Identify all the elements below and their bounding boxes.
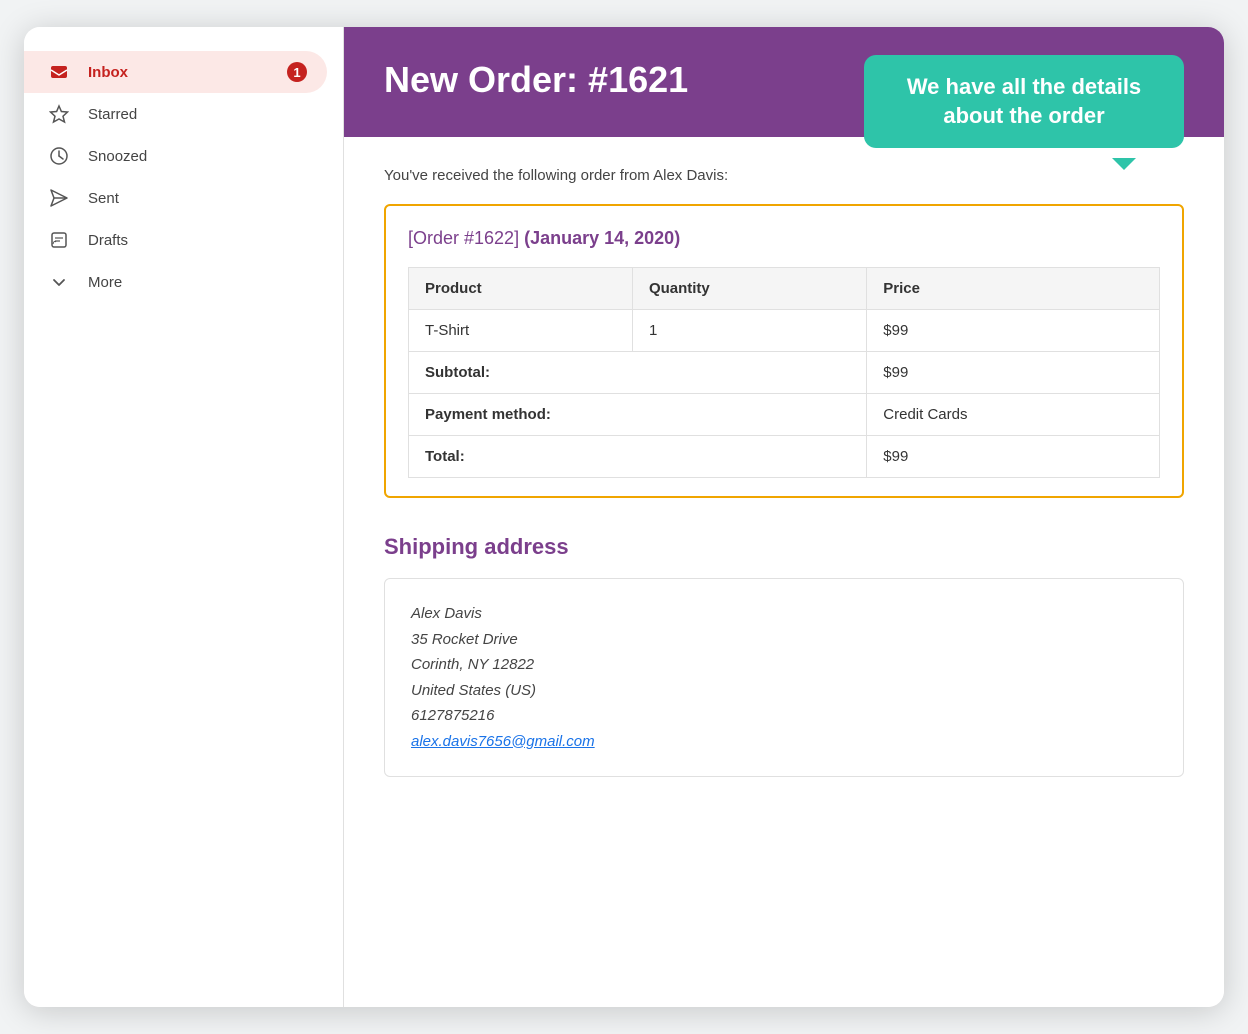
sidebar-item-label-sent: Sent bbox=[88, 190, 119, 207]
sidebar-item-label-drafts: Drafts bbox=[88, 232, 128, 249]
sidebar-item-label-starred: Starred bbox=[88, 106, 137, 123]
sidebar-item-snoozed[interactable]: Snoozed bbox=[24, 135, 327, 177]
intro-text: You've received the following order from… bbox=[384, 167, 1184, 184]
order-date: (January 14, 2020) bbox=[524, 228, 680, 248]
address-email-wrapper: alex.davis7656@gmail.com bbox=[411, 729, 1157, 755]
col-price: Price bbox=[867, 268, 1160, 310]
callout-text: We have all the details about the order bbox=[907, 74, 1141, 128]
sidebar-item-drafts[interactable]: Drafts bbox=[24, 219, 327, 261]
sidebar-item-label-more: More bbox=[88, 274, 122, 291]
address-box: Alex Davis 35 Rocket Drive Corinth, NY 1… bbox=[384, 578, 1184, 777]
drafts-icon bbox=[48, 229, 70, 251]
total-label: Total: bbox=[409, 436, 867, 478]
chevron-down-icon bbox=[48, 271, 70, 293]
send-icon bbox=[48, 187, 70, 209]
star-icon bbox=[48, 103, 70, 125]
address-phone: 6127875216 bbox=[411, 703, 1157, 729]
order-payment-row: Payment method: Credit Cards bbox=[409, 394, 1160, 436]
order-table: Product Quantity Price T-Shirt 1 $99 bbox=[408, 267, 1160, 478]
product-price: $99 bbox=[867, 310, 1160, 352]
order-link[interactable]: [Order #1622] bbox=[408, 228, 519, 248]
clock-icon bbox=[48, 145, 70, 167]
address-line2: Corinth, NY 12822 bbox=[411, 652, 1157, 678]
address-line3: United States (US) bbox=[411, 678, 1157, 704]
product-quantity: 1 bbox=[632, 310, 866, 352]
sidebar-item-more[interactable]: More bbox=[24, 261, 327, 303]
payment-value: Credit Cards bbox=[867, 394, 1160, 436]
sidebar-item-label-inbox: Inbox bbox=[88, 64, 128, 81]
app-window: Inbox 1 Starred Snoozed bbox=[24, 27, 1224, 1007]
order-table-header-row: Product Quantity Price bbox=[409, 268, 1160, 310]
shipping-heading: Shipping address bbox=[384, 534, 1184, 560]
col-product: Product bbox=[409, 268, 633, 310]
address-line1: 35 Rocket Drive bbox=[411, 627, 1157, 653]
order-table-body: T-Shirt 1 $99 Subtotal: $99 Payment meth… bbox=[409, 310, 1160, 478]
sidebar: Inbox 1 Starred Snoozed bbox=[24, 27, 344, 1007]
order-row-tshirt: T-Shirt 1 $99 bbox=[409, 310, 1160, 352]
product-name: T-Shirt bbox=[409, 310, 633, 352]
order-subtotal-row: Subtotal: $99 bbox=[409, 352, 1160, 394]
order-box: [Order #1622] (January 14, 2020) Product… bbox=[384, 204, 1184, 498]
email-body: You've received the following order from… bbox=[344, 137, 1224, 817]
address-name: Alex Davis bbox=[411, 601, 1157, 627]
total-value: $99 bbox=[867, 436, 1160, 478]
order-table-head: Product Quantity Price bbox=[409, 268, 1160, 310]
address-email-link[interactable]: alex.davis7656@gmail.com bbox=[411, 733, 595, 750]
inbox-icon bbox=[48, 61, 70, 83]
sidebar-item-label-snoozed: Snoozed bbox=[88, 148, 147, 165]
payment-label: Payment method: bbox=[409, 394, 867, 436]
email-panel: New Order: #1621 We have all the details… bbox=[344, 27, 1224, 1007]
callout-tooltip: We have all the details about the order bbox=[864, 55, 1184, 148]
subtotal-label: Subtotal: bbox=[409, 352, 867, 394]
order-title: [Order #1622] (January 14, 2020) bbox=[408, 228, 1160, 249]
sidebar-item-sent[interactable]: Sent bbox=[24, 177, 327, 219]
order-total-row: Total: $99 bbox=[409, 436, 1160, 478]
email-header: New Order: #1621 We have all the details… bbox=[344, 27, 1224, 137]
subtotal-value: $99 bbox=[867, 352, 1160, 394]
sidebar-item-starred[interactable]: Starred bbox=[24, 93, 327, 135]
col-quantity: Quantity bbox=[632, 268, 866, 310]
sidebar-item-inbox[interactable]: Inbox 1 bbox=[24, 51, 327, 93]
email-container: New Order: #1621 We have all the details… bbox=[344, 27, 1224, 817]
inbox-badge: 1 bbox=[287, 62, 307, 82]
